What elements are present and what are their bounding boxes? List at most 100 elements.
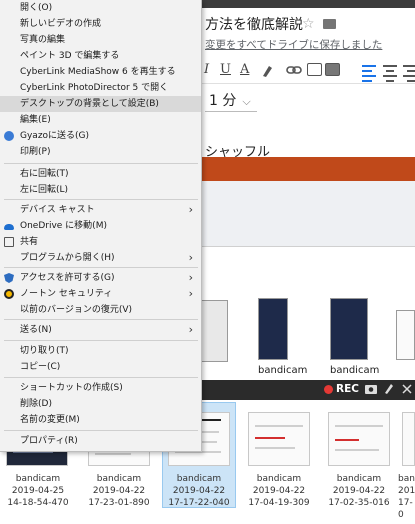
file-time: 17-02-35-016 bbox=[328, 498, 390, 508]
save-status-link[interactable]: 変更をすべてドライブに保存しました bbox=[205, 37, 382, 52]
menu-item-label: 名前の変更(M) bbox=[20, 415, 80, 425]
star-icon[interactable]: ☆ bbox=[302, 16, 315, 32]
document-title[interactable]: 方法を徹底解説 bbox=[205, 14, 303, 34]
file-label: bandicam bbox=[330, 365, 380, 376]
file-name: bandicam bbox=[256, 474, 302, 484]
menu-item-label: プロパティ(R) bbox=[20, 436, 78, 446]
menu-separator bbox=[4, 340, 198, 341]
onedrive-icon bbox=[4, 224, 14, 230]
menu-item-open-with[interactable]: プログラムから開く(H) › bbox=[0, 250, 201, 266]
chevron-right-icon: › bbox=[188, 203, 193, 216]
file-date: 2019 bbox=[398, 486, 415, 496]
menu-item-print[interactable]: 印刷(P) bbox=[0, 144, 201, 160]
menu-item-label: CyberLink PhotoDirector 5 で開く bbox=[20, 83, 169, 93]
file-caption[interactable]: bandicam 2019-04-22 17-17-22-040 bbox=[161, 473, 237, 509]
document-panel bbox=[200, 181, 415, 247]
file-date: 2019-04-25 bbox=[11, 486, 65, 496]
file-caption[interactable]: bandicam 2019-04-22 17-02-35-016 bbox=[321, 473, 397, 509]
menu-item-gyazo[interactable]: Gyazoに送る(G) bbox=[0, 128, 201, 144]
menu-item-label: ペイント 3D で編集する bbox=[20, 51, 120, 61]
file-thumbnail[interactable] bbox=[200, 300, 228, 362]
menu-item-set-desktop-background[interactable]: デスクトップの背景として設定(B) bbox=[0, 96, 201, 112]
menu-item-rotate-left[interactable]: 左に回転(L) bbox=[0, 182, 201, 198]
file-thumbnail[interactable] bbox=[258, 298, 288, 360]
menu-item-restore-previous[interactable]: 以前のバージョンの復元(V) bbox=[0, 302, 201, 318]
menu-item-label: プログラムから開く(H) bbox=[20, 253, 115, 263]
menu-item-rotate-right[interactable]: 右に回転(T) bbox=[0, 166, 201, 182]
link-icon[interactable] bbox=[286, 65, 302, 75]
insert-comment-icon[interactable] bbox=[307, 63, 322, 76]
rec-button[interactable]: REC bbox=[336, 383, 359, 395]
highlight-pen-icon[interactable] bbox=[261, 64, 273, 78]
file-caption[interactable]: bandicam 2019-04-22 17-04-19-309 bbox=[241, 473, 317, 509]
menu-item-label: 右に回転(T) bbox=[20, 169, 69, 179]
menu-item-new-video[interactable]: 新しいビデオの作成 bbox=[0, 16, 201, 32]
menu-separator bbox=[4, 163, 198, 164]
menu-item-label: 切り取り(T) bbox=[20, 346, 69, 356]
menu-separator bbox=[4, 267, 198, 268]
align-left-icon[interactable] bbox=[360, 62, 378, 82]
menu-item-label: デスクトップの背景として設定(B) bbox=[20, 99, 159, 109]
gyazo-icon bbox=[4, 131, 14, 141]
menu-item-share[interactable]: 共有 bbox=[0, 234, 201, 250]
menu-item-edit[interactable]: 編集(E) bbox=[0, 112, 201, 128]
file-thumbnail[interactable] bbox=[396, 310, 415, 360]
align-center-icon[interactable] bbox=[381, 62, 399, 82]
file-thumbnail[interactable] bbox=[402, 412, 415, 466]
menu-item-device-cast[interactable]: デバイス キャスト › bbox=[0, 202, 201, 218]
menu-item-delete[interactable]: 削除(D) bbox=[0, 396, 201, 412]
shield-icon bbox=[4, 273, 14, 283]
file-thumbnail[interactable] bbox=[248, 412, 310, 466]
menu-item-norton[interactable]: ノートン セキュリティ › bbox=[0, 286, 201, 302]
chevron-right-icon: › bbox=[188, 271, 193, 284]
menu-item-label: 写真の編集 bbox=[20, 35, 66, 45]
file-date: 2019-04-22 bbox=[172, 486, 226, 496]
pencil-icon[interactable] bbox=[384, 383, 394, 394]
menu-separator bbox=[4, 319, 198, 320]
file-name: ban bbox=[398, 474, 415, 484]
camera-icon[interactable] bbox=[365, 383, 377, 394]
menu-item-mediashow[interactable]: CyberLink MediaShow 6 を再生する bbox=[0, 64, 201, 80]
record-icon[interactable] bbox=[324, 385, 333, 394]
menu-item-properties[interactable]: プロパティ(R) bbox=[0, 433, 201, 449]
file-name: bandicam bbox=[336, 474, 382, 484]
menu-item-label: 共有 bbox=[20, 237, 39, 247]
menu-item-rename[interactable]: 名前の変更(M) bbox=[0, 412, 201, 428]
menu-item-photodirector[interactable]: CyberLink PhotoDirector 5 で開く bbox=[0, 80, 201, 96]
menu-item-give-access[interactable]: アクセスを許可する(G) › bbox=[0, 270, 201, 286]
menu-item-onedrive[interactable]: OneDrive に移動(M) bbox=[0, 218, 201, 234]
text-color-button[interactable]: A bbox=[240, 62, 249, 77]
file-thumbnail[interactable] bbox=[330, 298, 368, 360]
menu-item-edit-photo[interactable]: 写真の編集 bbox=[0, 32, 201, 48]
close-icon[interactable] bbox=[402, 384, 412, 394]
share-icon bbox=[4, 237, 14, 247]
file-caption[interactable]: ban 2019 17-0 bbox=[398, 473, 415, 521]
menu-item-create-shortcut[interactable]: ショートカットの作成(S) bbox=[0, 380, 201, 396]
file-time: 17-23-01-890 bbox=[88, 498, 150, 508]
file-caption[interactable]: bandicam 2019-04-25 14-18-54-470 bbox=[0, 473, 76, 509]
file-caption[interactable]: bandicam 2019-04-22 17-23-01-890 bbox=[81, 473, 157, 509]
underline-button[interactable]: U bbox=[220, 62, 231, 77]
italic-button[interactable]: I bbox=[204, 62, 209, 77]
context-menu: 開く(O) 新しいビデオの作成 写真の編集 ペイント 3D で編集する Cybe… bbox=[0, 0, 202, 452]
file-thumbnail[interactable] bbox=[328, 412, 390, 466]
folder-icon[interactable] bbox=[323, 19, 336, 29]
menu-item-label: 左に回転(L) bbox=[20, 185, 69, 195]
chevron-down-icon: ⌵ bbox=[242, 95, 251, 108]
chevron-right-icon: › bbox=[188, 287, 193, 300]
file-time: 17-0 bbox=[398, 498, 413, 520]
menu-item-open[interactable]: 開く(O) bbox=[0, 0, 201, 16]
time-select[interactable]: 1 分 ⌵ bbox=[205, 90, 257, 112]
menu-item-label: 削除(D) bbox=[20, 399, 52, 409]
menu-item-label: コピー(C) bbox=[20, 362, 61, 372]
menu-item-cut[interactable]: 切り取り(T) bbox=[0, 343, 201, 359]
menu-item-copy[interactable]: コピー(C) bbox=[0, 359, 201, 375]
align-right-icon[interactable] bbox=[401, 62, 415, 82]
file-time: 17-17-22-040 bbox=[168, 498, 230, 508]
menu-item-paint3d[interactable]: ペイント 3D で編集する bbox=[0, 48, 201, 64]
norton-icon bbox=[4, 289, 14, 299]
menu-item-send-to[interactable]: 送る(N) › bbox=[0, 322, 201, 338]
insert-image-icon[interactable] bbox=[325, 63, 340, 76]
menu-item-label: CyberLink MediaShow 6 を再生する bbox=[20, 67, 176, 77]
menu-item-label: Gyazoに送る(G) bbox=[20, 131, 90, 141]
